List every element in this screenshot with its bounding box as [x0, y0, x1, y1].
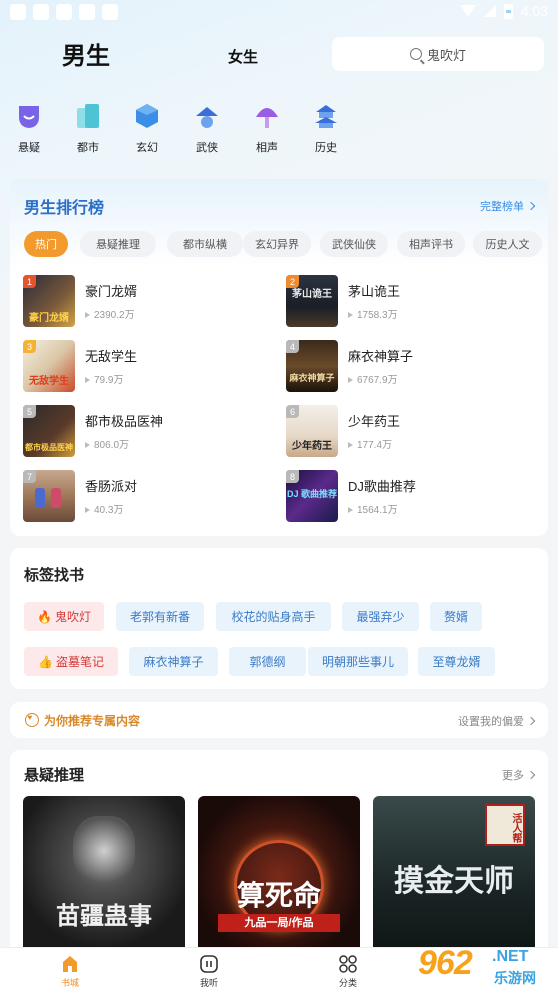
ranking-filter-tabs: 热门 悬疑推理 都市纵横 玄幻异界 武侠仙侠 相声评书 历史人文 — [24, 231, 544, 257]
nav-bookstore[interactable]: 书城 — [40, 954, 100, 989]
tab-history[interactable]: 历史人文 — [473, 231, 542, 257]
ranking-book-4[interactable]: 4 麻衣神算子 麻衣神算子 6767.9万 — [286, 340, 413, 392]
tag-item[interactable]: 郭德纲 — [229, 647, 306, 676]
tag-item[interactable]: 明朝那些事儿 — [308, 647, 408, 676]
watermark-logo: 962 .NET 乐游网 — [418, 944, 536, 986]
chevron-right-icon — [526, 201, 536, 211]
category-nav: 悬疑 都市 玄幻 武侠 相声 历史 — [0, 103, 558, 159]
category-crosstalk[interactable]: 相声 — [237, 103, 297, 155]
grid-icon — [339, 955, 357, 973]
ranking-book-5[interactable]: 5 都市极品医神 都市极品医神 806.0万 — [23, 405, 163, 457]
tab-crosstalk[interactable]: 相声评书 — [397, 231, 465, 257]
book-cover: 2 茅山诡王 — [286, 275, 338, 327]
play-count-icon — [348, 442, 353, 448]
tag-item[interactable]: 校花的贴身高手 — [216, 602, 331, 631]
book-cover-card[interactable]: 算死命 九品一局/作品 — [198, 796, 360, 950]
tag-item[interactable]: 最强弃少 — [342, 602, 419, 631]
status-time: 4:03 — [520, 3, 548, 19]
section-title: 悬疑推理 — [24, 767, 85, 784]
search-input[interactable]: 鬼吹灯 — [332, 37, 544, 71]
book-cover: 7 — [23, 470, 75, 522]
nav-listen[interactable]: 我听 — [179, 954, 239, 989]
category-suspense[interactable]: 悬疑 — [0, 103, 59, 155]
ranking-book-1[interactable]: 1 豪门龙婿 豪门龙婿 2390.2万 — [23, 275, 137, 327]
ranking-book-2[interactable]: 2 茅山诡王 茅山诡王 1758.3万 — [286, 275, 400, 327]
chevron-right-icon — [526, 716, 536, 726]
building-icon — [77, 104, 99, 128]
category-history[interactable]: 历史 — [296, 103, 356, 155]
tag-item[interactable]: 麻衣神算子 — [129, 647, 218, 676]
suspense-section: 悬疑推理 更多 苗疆蛊事 算死命 九品一局/作品 活人帮 摸金天师 — [10, 750, 548, 950]
category-city[interactable]: 都市 — [58, 103, 118, 155]
ranking-book-8[interactable]: 8 DJ 歌曲推荐 DJ歌曲推荐 1564.1万 — [286, 470, 416, 522]
tab-hot[interactable]: 热门 — [24, 231, 68, 257]
notification-icon — [56, 4, 72, 20]
ranking-book-6[interactable]: 6 少年药王 少年药王 177.4万 — [286, 405, 400, 457]
notification-icon — [33, 4, 49, 20]
home-icon — [63, 956, 77, 972]
mask-icon — [19, 106, 39, 128]
category-fantasy[interactable]: 玄幻 — [117, 103, 177, 155]
ranking-book-7[interactable]: 7 香肠派对 40.3万 — [23, 470, 137, 522]
wifi-icon — [459, 5, 476, 17]
play-count-icon — [85, 442, 90, 448]
tab-city[interactable]: 都市纵横 — [167, 231, 243, 257]
set-preference-link[interactable]: 设置我的偏爱 — [458, 713, 536, 729]
more-link[interactable]: 更多 — [502, 767, 536, 783]
swordsman-hat-icon — [196, 107, 218, 128]
fire-icon: 🔥 — [37, 609, 52, 624]
tab-female[interactable]: 女生 — [228, 46, 258, 67]
thumbs-up-icon: 👍 — [38, 654, 53, 669]
heart-icon — [25, 713, 39, 727]
book-cover-card[interactable]: 活人帮 摸金天师 — [373, 796, 535, 950]
notification-icon — [79, 4, 95, 20]
book-cover-card[interactable]: 苗疆蛊事 — [23, 796, 185, 950]
play-count-icon — [85, 312, 90, 318]
play-count-icon — [348, 377, 353, 383]
book-cover: 6 少年药王 — [286, 405, 338, 457]
notification-icon — [10, 4, 26, 20]
ranking-card: 男生排行榜 完整榜单 热门 悬疑推理 都市纵横 玄幻异界 武侠仙侠 相声评书 历… — [10, 179, 548, 536]
tab-suspense[interactable]: 悬疑推理 — [80, 231, 156, 257]
play-count-icon — [348, 507, 353, 513]
book-cover: 3 无敌学生 — [23, 340, 75, 392]
ranking-book-3[interactable]: 3 无敌学生 无敌学生 79.9万 — [23, 340, 137, 392]
battery-icon — [503, 3, 513, 19]
tag-item[interactable]: 至尊龙婿 — [418, 647, 495, 676]
notification-icon — [102, 4, 118, 20]
recommend-bar[interactable]: 为你推荐专属内容 设置我的偏爱 — [10, 702, 548, 738]
book-cover: 4 麻衣神算子 — [286, 340, 338, 392]
recommend-title: 为你推荐专属内容 — [44, 714, 141, 728]
play-count-icon — [85, 377, 90, 383]
ranking-title: 男生排行榜 — [24, 200, 105, 217]
tab-male[interactable]: 男生 — [62, 36, 110, 71]
full-ranking-link[interactable]: 完整榜单 — [480, 198, 536, 214]
book-cover: 1 豪门龙婿 — [23, 275, 75, 327]
play-count-icon — [348, 312, 353, 318]
signal-icon — [483, 5, 496, 17]
tag-item[interactable]: 👍 盗墓笔记 — [24, 647, 118, 676]
search-placeholder: 鬼吹灯 — [426, 47, 466, 63]
tag-search-card: 标签找书 🔥 鬼吹灯 老郭有新番 校花的贴身高手 最强弃少 赘婿 👍 盗墓笔记 麻衣… — [10, 548, 548, 689]
header: 男生 女生 鬼吹灯 — [0, 34, 558, 74]
book-cover: 5 都市极品医神 — [23, 405, 75, 457]
tab-wuxia[interactable]: 武侠仙侠 — [320, 231, 388, 257]
status-bar: 4:03 — [0, 0, 558, 24]
tag-card-title: 标签找书 — [24, 567, 85, 584]
chevron-right-icon — [526, 770, 536, 780]
gem-icon — [136, 104, 158, 128]
tag-item[interactable]: 🔥 鬼吹灯 — [24, 602, 104, 631]
tag-item[interactable]: 赘婿 — [430, 602, 482, 631]
listen-icon — [200, 955, 218, 973]
tag-item[interactable]: 老郭有新番 — [116, 602, 204, 631]
tab-fantasy[interactable]: 玄幻异界 — [243, 231, 311, 257]
search-icon — [409, 48, 422, 60]
nav-category[interactable]: 分类 — [318, 954, 378, 989]
category-wuxia[interactable]: 武侠 — [177, 103, 237, 155]
fan-icon — [256, 108, 278, 128]
play-count-icon — [85, 507, 90, 513]
pagoda-icon — [315, 105, 337, 128]
book-cover: 8 DJ 歌曲推荐 — [286, 470, 338, 522]
